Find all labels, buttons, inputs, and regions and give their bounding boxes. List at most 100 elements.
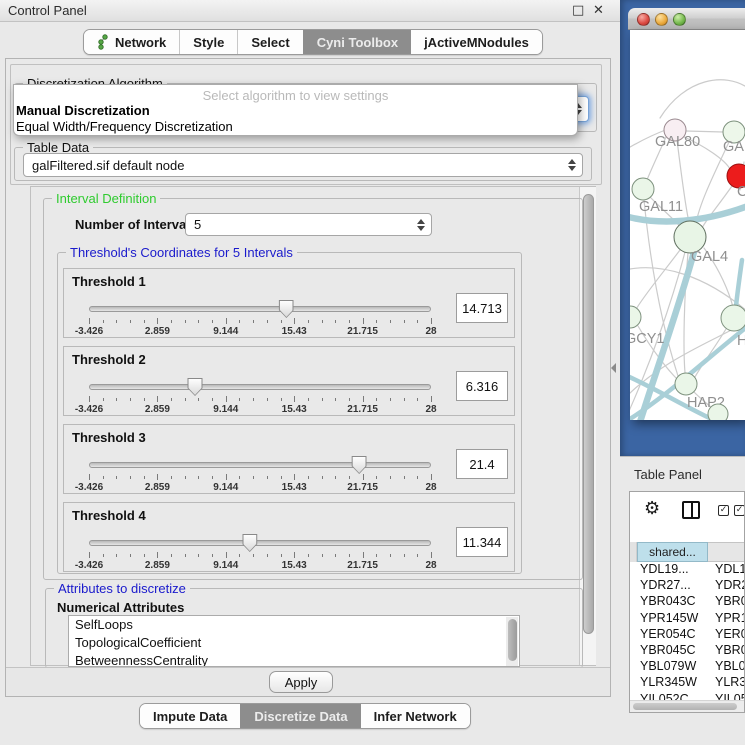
numerical-attributes-list[interactable]: SelfLoopsTopologicalCoefficientBetweenne… (68, 615, 520, 667)
threshold-value-field[interactable]: 21.4 (456, 449, 508, 479)
network-icon (97, 34, 110, 50)
cell-shared-name[interactable]: YBR043C (630, 594, 708, 610)
threshold-slider[interactable]: -3.4262.8599.14415.4321.71528 (89, 462, 431, 492)
tick-mark (281, 476, 282, 479)
tick-mark (404, 476, 405, 479)
slider-thumb[interactable] (242, 534, 257, 552)
slider-track[interactable] (89, 462, 431, 468)
threshold-slider[interactable]: -3.4262.8599.14415.4321.71528 (89, 540, 431, 570)
tick-mark (417, 320, 418, 323)
threshold-slider[interactable]: -3.4262.8599.14415.4321.71528 (89, 306, 431, 336)
close-traffic-light-icon[interactable] (637, 13, 650, 26)
splitter-collapse-icon[interactable] (611, 363, 616, 373)
bottom-tabbar: Impute Data Discretize Data Infer Networ… (139, 703, 471, 729)
threshold-slider[interactable]: -3.4262.8599.14415.4321.71528 (89, 384, 431, 414)
slider-track[interactable] (89, 306, 431, 312)
cell-name[interactable]: YBR043C (708, 594, 745, 610)
tick-mark (267, 320, 268, 323)
cell-name[interactable]: YLR345W (708, 675, 745, 691)
list-item[interactable]: TopologicalCoefficient (69, 634, 519, 652)
scrollbar-thumb[interactable] (583, 194, 594, 634)
horizontal-scrollbar[interactable] (630, 700, 744, 712)
tab-network[interactable]: Network (84, 30, 179, 54)
slider-thumb[interactable] (352, 456, 367, 474)
popup-option-equal-width[interactable]: Equal Width/Frequency Discretization (14, 119, 577, 135)
table-row[interactable]: YDL19...YDL19... (630, 562, 745, 578)
scrollbar-thumb[interactable] (508, 619, 517, 661)
threshold-value-field[interactable]: 14.713 (456, 293, 508, 323)
tab-discretize-data[interactable]: Discretize Data (240, 704, 360, 728)
cell-shared-name[interactable]: YBL079W (630, 659, 708, 675)
table-row[interactable]: YBL079WYBL079W (630, 659, 745, 675)
tab-infer-network[interactable]: Infer Network (361, 704, 470, 728)
tick-mark (281, 554, 282, 557)
list-item[interactable]: SelfLoops (69, 616, 519, 634)
tick-mark (308, 554, 309, 557)
table-row[interactable]: YBR045CYBR045C (630, 643, 745, 659)
tab-cyni-toolbox[interactable]: Cyni Toolbox (303, 30, 411, 54)
slider-thumb[interactable] (188, 378, 203, 396)
popup-placeholder-item[interactable]: Select algorithm to view settings (14, 85, 577, 103)
minimize-traffic-light-icon[interactable] (655, 13, 668, 26)
column-header-name[interactable]: name (708, 542, 745, 562)
tab-select[interactable]: Select (237, 30, 302, 54)
threshold-value-field[interactable]: 11.344 (456, 527, 508, 557)
cell-name[interactable]: YBL079W (708, 659, 745, 675)
cell-name[interactable]: YDL19... (708, 562, 745, 578)
apply-button[interactable]: Apply (269, 671, 333, 693)
network-node[interactable] (721, 305, 745, 331)
tick-mark (130, 554, 131, 557)
table-row[interactable]: YPR145WYPR145W (630, 611, 745, 627)
scale-label: 15.43 (282, 326, 307, 337)
slider-thumb[interactable] (279, 300, 294, 318)
network-window-titlebar[interactable] (628, 8, 745, 30)
table-row[interactable]: YLR345WYLR345W (630, 675, 745, 691)
number-of-intervals-combobox[interactable]: 5 (185, 213, 432, 236)
zoom-traffic-light-icon[interactable] (673, 13, 686, 26)
column-header-shared[interactable]: shared... (637, 542, 708, 562)
tab-jactivemnodules[interactable]: jActiveMNodules (411, 30, 542, 54)
float-window-icon[interactable]: □ (572, 3, 584, 18)
cell-shared-name[interactable]: YPR145W (630, 611, 708, 627)
tick-mark (198, 554, 199, 557)
columns-icon[interactable] (682, 501, 700, 519)
tab-label: Impute Data (153, 709, 227, 724)
network-canvas[interactable]: GAL80GALCGAL11GAL4GCY1HHAP2 (630, 30, 745, 420)
cell-shared-name[interactable]: YDR27... (630, 578, 708, 594)
checkbox-icon[interactable]: ✓ (734, 505, 745, 516)
cell-name[interactable]: YDR27... (708, 578, 745, 594)
tick-mark (144, 476, 145, 479)
scale-label: 28 (425, 326, 436, 337)
cell-shared-name[interactable]: YLR345W (630, 675, 708, 691)
tick-mark (116, 554, 117, 557)
list-scrollbar[interactable] (506, 617, 518, 667)
slider-track[interactable] (89, 540, 431, 546)
table-data-combobox[interactable]: galFiltered.sif default node (23, 153, 583, 177)
table-row[interactable]: YER054CYER054C (630, 627, 745, 643)
cell-name[interactable]: YER054C (708, 627, 745, 643)
tab-style[interactable]: Style (179, 30, 237, 54)
tick-mark (308, 398, 309, 401)
gear-icon[interactable]: ⚙ (644, 498, 660, 519)
tab-impute-data[interactable]: Impute Data (140, 704, 240, 728)
network-node[interactable] (675, 373, 697, 395)
scrollbar-thumb[interactable] (633, 703, 737, 710)
cell-name[interactable]: YBR045C (708, 643, 745, 659)
cell-shared-name[interactable]: YER054C (630, 627, 708, 643)
scale-label: 21.715 (347, 404, 378, 415)
table-row[interactable]: YBR043CYBR043C (630, 594, 745, 610)
table-row[interactable]: YDR27...YDR27... (630, 578, 745, 594)
close-icon[interactable]: ✕ (593, 3, 604, 18)
cell-shared-name[interactable]: YDL19... (630, 562, 708, 578)
network-node[interactable] (632, 178, 654, 200)
threshold-value-field[interactable]: 6.316 (456, 371, 508, 401)
checkbox-icon[interactable]: ✓ (718, 505, 729, 516)
tick-mark (376, 398, 377, 401)
slider-track[interactable] (89, 384, 431, 390)
cell-shared-name[interactable]: YBR045C (630, 643, 708, 659)
popup-option-manual[interactable]: Manual Discretization (14, 103, 577, 119)
network-node[interactable] (708, 404, 728, 420)
list-item[interactable]: BetweennessCentrality (69, 652, 519, 667)
cell-name[interactable]: YPR145W (708, 611, 745, 627)
network-node[interactable] (630, 306, 641, 328)
